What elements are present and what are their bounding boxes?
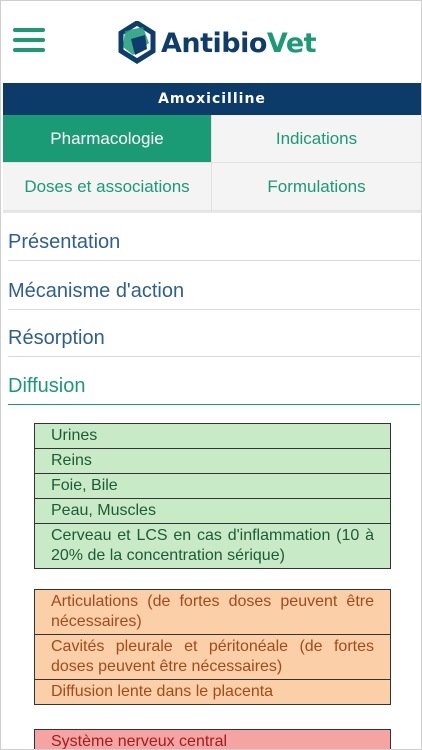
section-presentation[interactable]: Présentation xyxy=(8,231,420,261)
section-diffusion[interactable]: Diffusion xyxy=(8,375,420,405)
tab-pharmacologie[interactable]: Pharmacologie xyxy=(3,115,212,163)
section-resorption[interactable]: Résorption xyxy=(8,327,420,357)
app-frame: AntibioVet Amoxicilline Pharmacologie In… xyxy=(0,0,422,750)
diffusion-good-table: Urines Reins Foie, Bile Peau, Muscles Ce… xyxy=(34,423,391,569)
table-row: Reins xyxy=(35,449,390,474)
table-row: Cerveau et LCS en cas d'inflammation (10… xyxy=(35,524,390,568)
diffusion-moderate-table: Articulations (de fortes doses peuvent ê… xyxy=(34,589,391,705)
brand-logo[interactable]: AntibioVet xyxy=(117,19,317,67)
drug-title: Amoxicilline xyxy=(3,83,421,115)
table-row: Diffusion lente dans le placenta xyxy=(35,680,390,704)
section-mecanisme-action[interactable]: Mécanisme d'action xyxy=(8,280,420,310)
table-row: Peau, Muscles xyxy=(35,499,390,524)
app-header: AntibioVet xyxy=(1,1,421,83)
tab-doses-associations[interactable]: Doses et associations xyxy=(3,163,212,211)
table-row: Urines xyxy=(35,424,390,449)
tab-formulations[interactable]: Formulations xyxy=(212,163,421,211)
tab-indications[interactable]: Indications xyxy=(212,115,421,163)
antibiovet-logo-icon xyxy=(118,21,156,64)
table-row: Foie, Bile xyxy=(35,474,390,499)
tab-bar: Pharmacologie Indications Doses et assoc… xyxy=(3,115,421,211)
table-row: Système nerveux central xyxy=(35,730,390,749)
brand-name: AntibioVet xyxy=(161,27,317,59)
table-row: Articulations (de fortes doses peuvent ê… xyxy=(35,590,390,635)
table-row: Cavités pleurale et péritonéale (de fort… xyxy=(35,635,390,680)
diffusion-poor-table: Système nerveux central xyxy=(34,729,391,749)
hamburger-menu-icon[interactable] xyxy=(13,28,45,54)
tab-divider xyxy=(3,211,421,213)
